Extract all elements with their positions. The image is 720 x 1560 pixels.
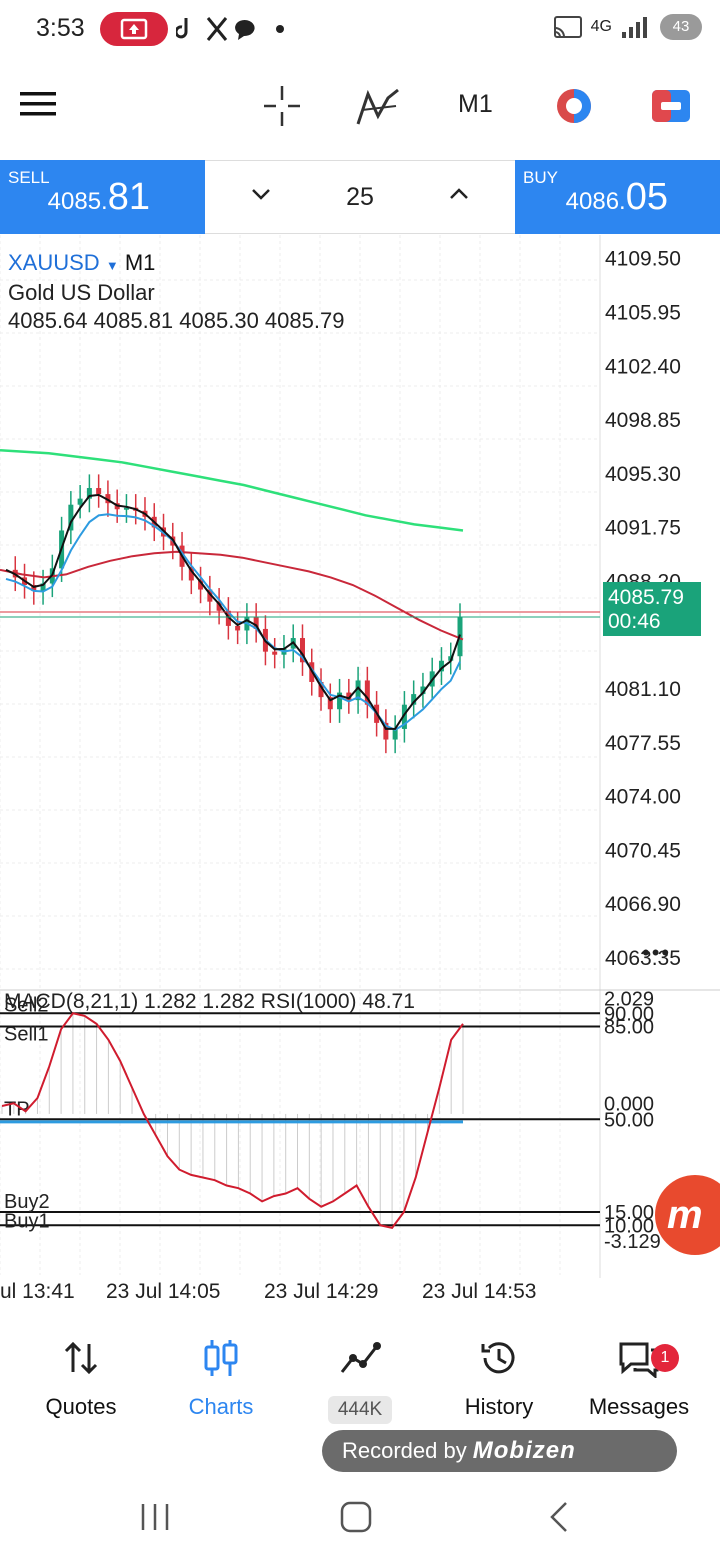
menu-icon[interactable] (20, 84, 58, 132)
price-axis-label: 4102.40 (605, 355, 681, 378)
cast-icon (553, 16, 582, 38)
price-axis-label: 4081.10 (605, 678, 681, 701)
time-axis: ul 13:41 23 Jul 14:05 23 Jul 14:29 23 Ju… (0, 1278, 720, 1308)
bottom-navigation: Quotes Charts 444K History 1 Messages (0, 1330, 720, 1430)
charts-icon (151, 1330, 291, 1386)
symbol-header[interactable]: XAUUSD ▼ M1 (8, 250, 155, 276)
buy-button[interactable]: BUY 4086.05 (515, 160, 720, 234)
sell-button[interactable]: SELL 4085.81 (0, 160, 205, 234)
tiktok-icon (174, 18, 188, 39)
recent-apps-icon[interactable] (138, 1500, 172, 1534)
nav-charts[interactable]: Charts (151, 1330, 291, 1420)
indicator-axis-label: 50.00 (604, 1109, 654, 1131)
more-options-icon[interactable]: ••• (642, 940, 671, 966)
indicator-axis-label: 85.00 (604, 1017, 654, 1039)
current-price: 4085.79 (608, 586, 684, 609)
ohlc-values: 4085.64 4085.81 4085.30 4085.79 (8, 308, 345, 333)
notification-icons (174, 14, 286, 50)
sell-label: SELL (8, 168, 50, 187)
battery-icon: 43 (660, 14, 702, 40)
buy-price: 4086.05 (565, 176, 668, 218)
price-axis-label: 4109.50 (605, 248, 681, 271)
level-label: Buy1 (4, 1210, 50, 1232)
screen-record-icon (100, 12, 168, 46)
bar-countdown: 00:46 (608, 610, 661, 633)
indicators-icon[interactable] (356, 84, 400, 132)
signal-icon (622, 17, 647, 38)
price-axis-label: 4070.45 (605, 839, 681, 862)
symbol-dropdown-icon[interactable]: ▼ (106, 258, 119, 273)
crosshair-icon[interactable] (262, 84, 302, 132)
nav-quotes[interactable]: Quotes (11, 1330, 151, 1420)
trade-badge: 444K (327, 1396, 393, 1424)
chart-toolbar: M1 (0, 68, 720, 148)
current-price-tag: 4085.79 00:46 (603, 582, 701, 636)
time-label: 23 Jul 14:05 (106, 1280, 221, 1303)
price-axis-label: 4091.75 (605, 517, 681, 540)
ma-red-line (0, 550, 464, 641)
quotes-icon (11, 1330, 151, 1386)
price-chart[interactable]: 4109.50 4105.95 4102.40 4098.85 4095.30 4091.… (0, 235, 720, 1278)
sell-price: 4085.81 (47, 176, 150, 218)
candle-body (235, 625, 241, 631)
one-click-trade-bar: SELL 4085.81 25 BUY 4086.05 (0, 160, 720, 234)
android-navigation (0, 1490, 720, 1550)
symbol-description: Gold US Dollar (8, 280, 155, 305)
price-axis-label: 4077.55 (605, 732, 681, 755)
recorded-by-watermark: Recorded by Mobizen (322, 1430, 677, 1472)
trade-icon (290, 1330, 430, 1386)
nav-history[interactable]: History (429, 1330, 569, 1420)
history-icon (429, 1330, 569, 1386)
chevron-up-icon[interactable] (449, 187, 469, 206)
level-label: Sell1 (4, 1024, 48, 1046)
messages-badge: 1 (651, 1344, 679, 1372)
price-axis-label: 4105.95 (605, 302, 681, 325)
level-label: TP (4, 1098, 30, 1120)
candle-body (96, 488, 102, 495)
time-label: ul 13:41 (0, 1280, 75, 1303)
status-time: 3:53 (36, 14, 85, 42)
price-axis-label: 4095.30 (605, 463, 681, 486)
time-label: 23 Jul 14:53 (422, 1280, 537, 1303)
price-axis-label: 4098.85 (605, 409, 681, 432)
nav-trade[interactable]: 444K (290, 1330, 430, 1424)
candle-body (77, 498, 83, 505)
price-axis-label: 4074.00 (605, 786, 681, 809)
status-bar: 3:53 4G 43 (0, 0, 720, 62)
volume-selector: 25 (205, 160, 515, 234)
network-type: 4G (590, 18, 612, 35)
price-axis-label: 4066.90 (605, 893, 681, 916)
home-icon[interactable] (338, 1500, 374, 1534)
indicator-label: MACD(8,21,1) 1.282 1.282 RSI(1000) 48.71 (4, 990, 415, 1013)
time-label: 23 Jul 14:29 (264, 1280, 379, 1303)
new-order-icon[interactable] (650, 84, 692, 132)
back-icon[interactable] (544, 1500, 574, 1534)
buy-label: BUY (523, 168, 558, 187)
symbol-timeframe: M1 (124, 250, 156, 275)
messages-icon (569, 1330, 709, 1386)
symbol-name[interactable]: XAUUSD (8, 250, 100, 275)
candle-body (272, 651, 278, 655)
objects-icon[interactable] (553, 84, 595, 132)
system-icons: 4G 43 (553, 14, 702, 40)
indicator-axis-label: -3.129 (604, 1231, 661, 1253)
timeframe-button[interactable]: M1 (458, 90, 493, 119)
nav-messages[interactable]: 1 Messages (569, 1330, 709, 1420)
